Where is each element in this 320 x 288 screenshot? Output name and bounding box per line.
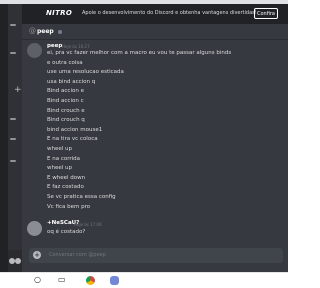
avatar[interactable] [27, 221, 42, 236]
channel-sidebar: + [8, 4, 22, 272]
search-icon[interactable]: ○ [34, 275, 41, 285]
message-line: use uma resolucao esticada [47, 69, 124, 76]
message-line: Bind crouch q [47, 117, 85, 124]
task-view-icon[interactable]: ▭ [58, 275, 66, 285]
message-line: Bind crouch e [47, 107, 85, 114]
message-line: bind accion mouse1 [47, 126, 103, 133]
taskbar: ○ ▭ [0, 272, 288, 288]
user-panel [8, 250, 22, 272]
sidebar-item[interactable] [10, 52, 16, 54]
nitro-banner: NITRO Apoie o desenvolvimento do Discord… [22, 4, 288, 24]
nitro-check-button[interactable]: Confira [254, 8, 278, 19]
sidebar-item[interactable] [10, 24, 16, 26]
discord-icon[interactable] [110, 276, 119, 285]
nitro-logo: NITRO [46, 9, 73, 17]
message-line: E na tira vc coloca [47, 136, 98, 143]
status-icon [58, 30, 62, 34]
message-line: E na corrida [47, 155, 81, 162]
message-input[interactable]: + Conversar com @peep [29, 248, 283, 263]
message-line: Bind accion c [47, 98, 84, 104]
at-icon: @ [29, 27, 36, 35]
channel-header: @ peep [22, 24, 288, 40]
sidebar-item[interactable] [10, 160, 16, 162]
settings-icon[interactable] [15, 258, 21, 264]
sidebar-item[interactable] [10, 138, 16, 140]
message-list: peep Hoje às 16:27 ei, pra vc fazer melh… [22, 41, 288, 241]
message-line: wheel up [47, 165, 73, 172]
message-line: Bind accion e [47, 88, 84, 95]
message-timestamp: Hoje às 17:06 [74, 222, 102, 227]
message-line: usa bind accion q [47, 78, 96, 85]
message-timestamp: Hoje às 16:27 [62, 44, 90, 49]
message-line: wheel up [47, 146, 73, 152]
nitro-banner-text: Apoie o desenvolvimento do Discord e obt… [82, 10, 257, 16]
add-attachment-button[interactable]: + [33, 251, 41, 259]
message-line: Vc fica bem pro [47, 203, 91, 210]
chrome-icon[interactable] [86, 276, 95, 285]
message-line: ei, pra vc fazer melhor com a macro eu v… [47, 50, 232, 56]
message-line: e outra coisa [47, 59, 83, 66]
message-line: E faz costado [47, 184, 84, 191]
message-line: E wheel down [47, 174, 86, 181]
dm-recipient-name: peep [37, 28, 54, 35]
sidebar-item[interactable] [10, 118, 16, 120]
add-dm-button[interactable]: + [14, 86, 22, 95]
message-input-placeholder[interactable]: Conversar com @peep [49, 252, 106, 258]
message-line: Se vc pratica essa config [47, 194, 116, 200]
discord-window: + NITRO Apoie o desenvolvimento do Disco… [0, 4, 288, 272]
message-author[interactable]: peep [47, 43, 62, 49]
avatar[interactable] [27, 43, 42, 58]
server-list [0, 4, 8, 272]
message-line: oq é costado? [47, 229, 86, 235]
